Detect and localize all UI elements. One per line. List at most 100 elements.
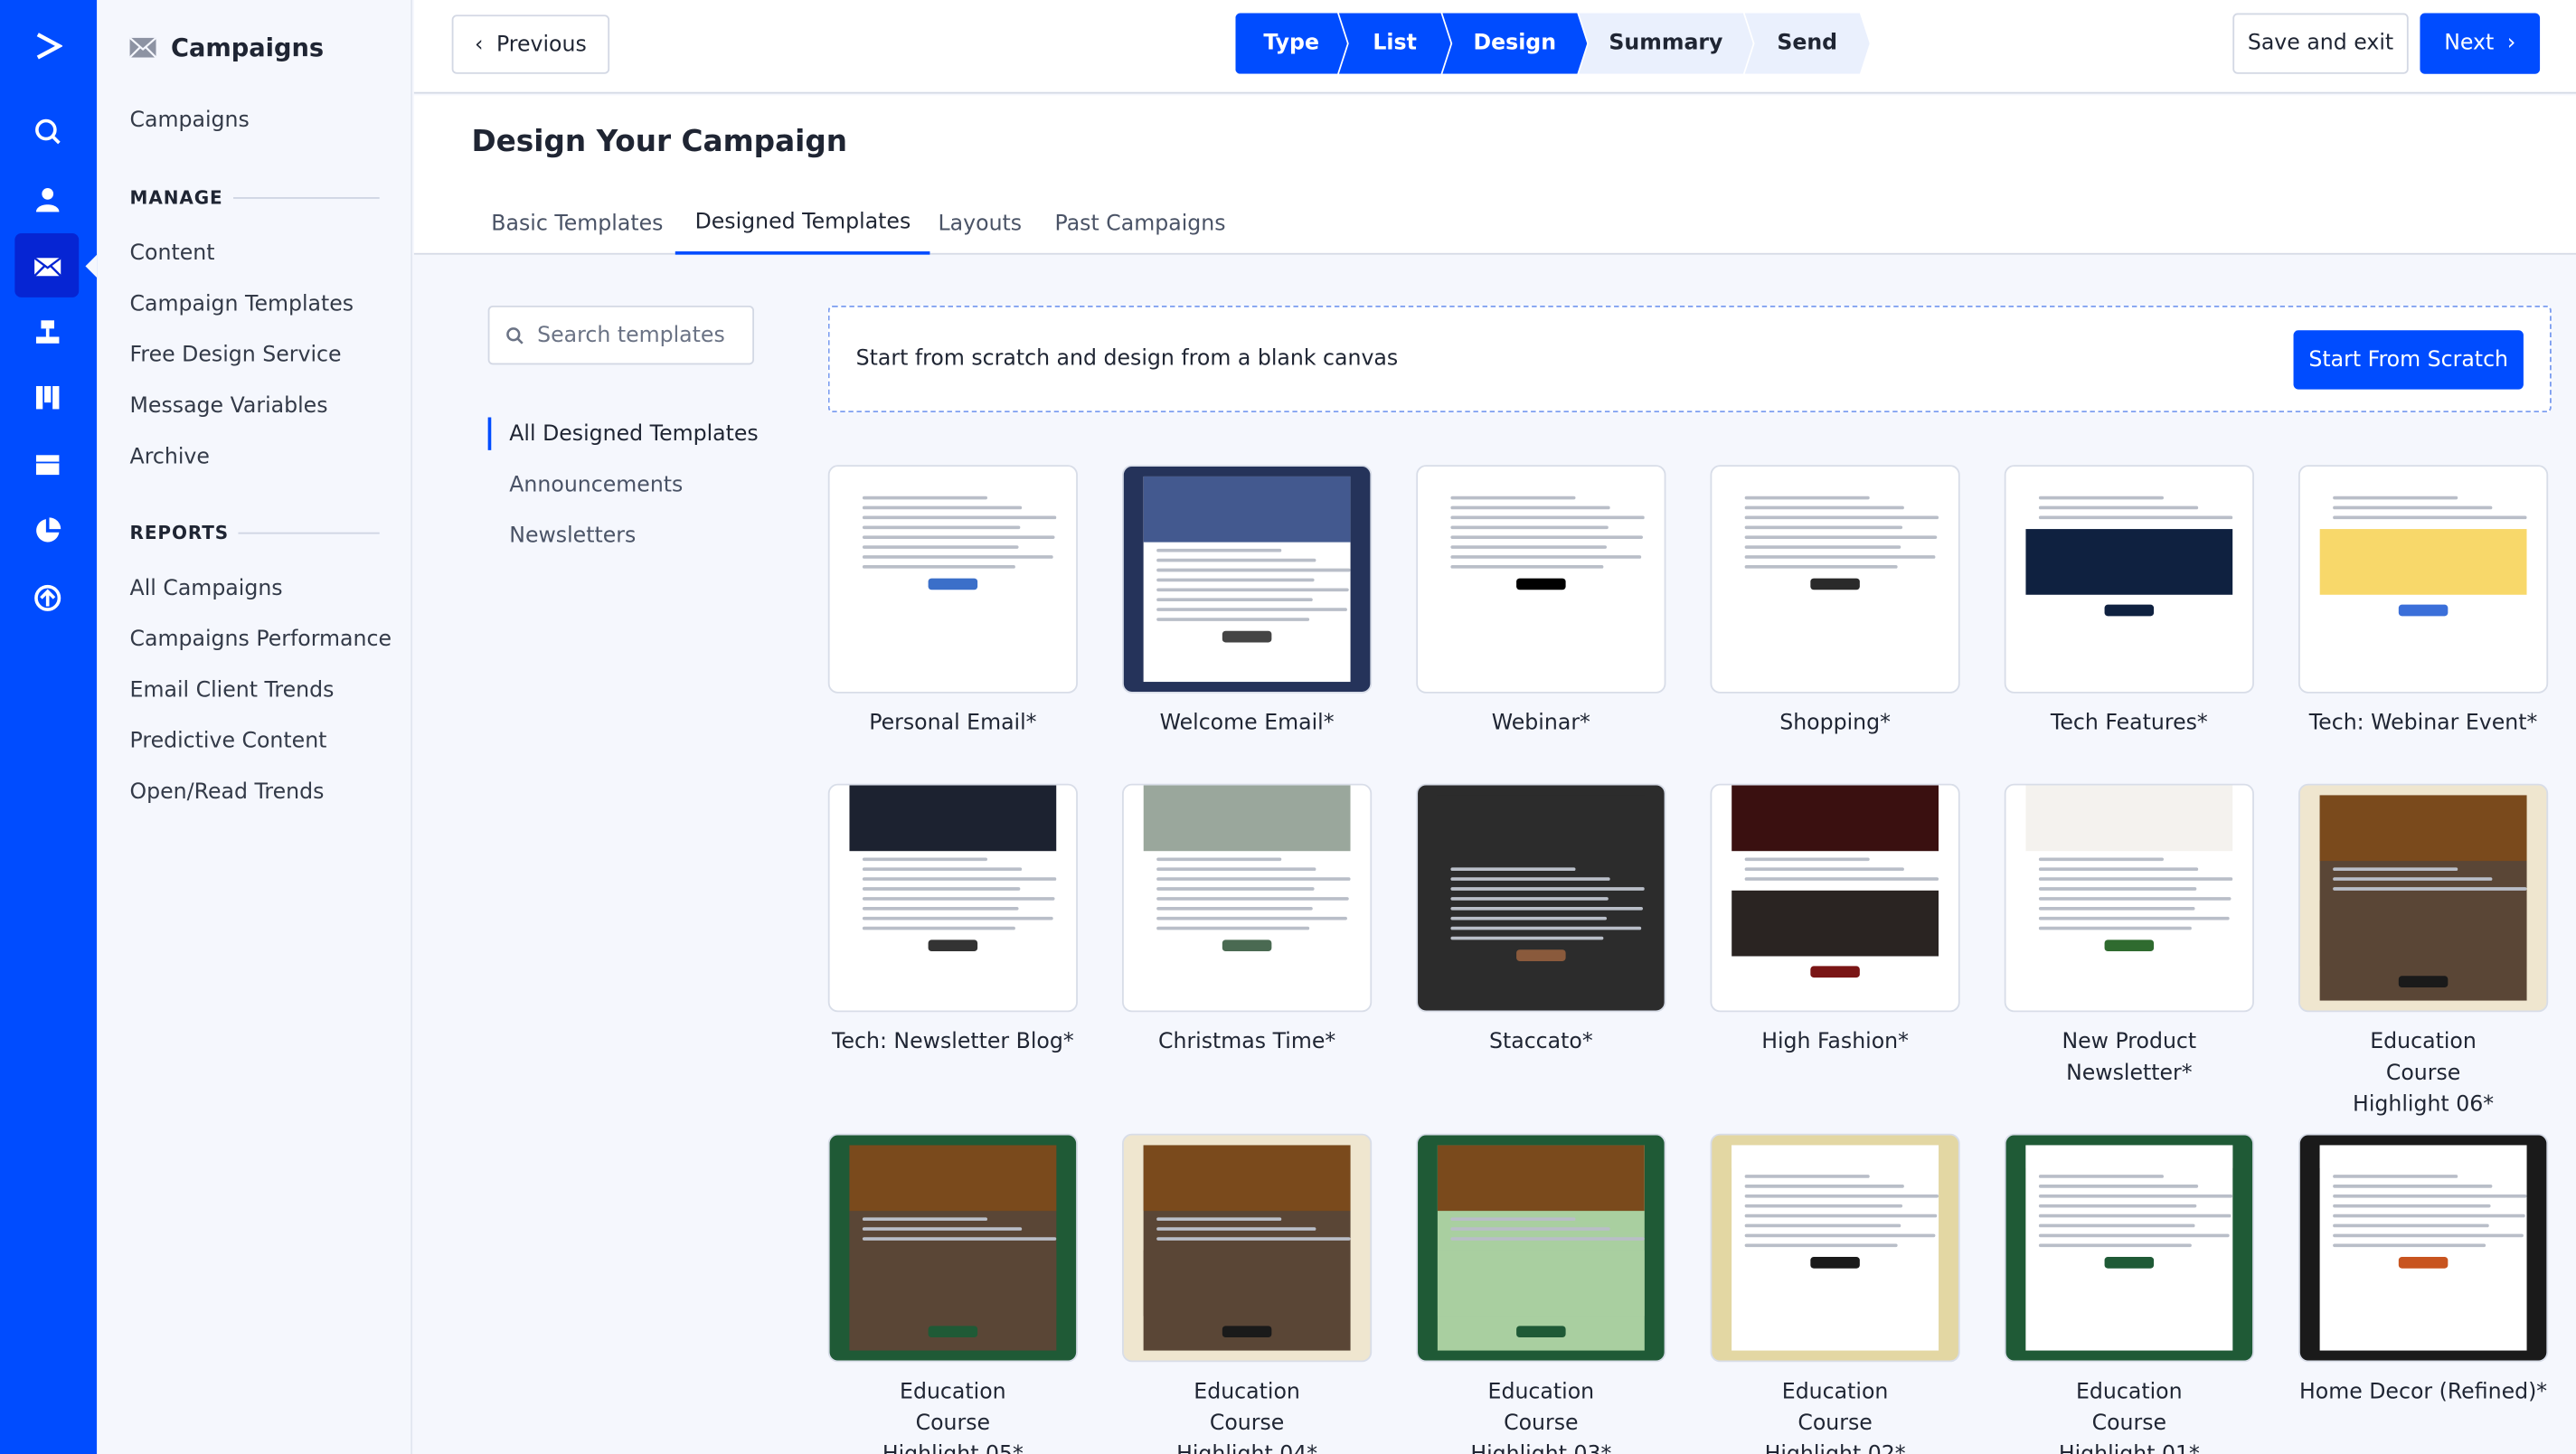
tab-layouts[interactable]: Layouts xyxy=(919,194,1042,254)
template-thumbnail[interactable] xyxy=(1122,1133,1373,1363)
automations-nav[interactable] xyxy=(14,299,79,364)
template-card[interactable]: New Product Newsletter* xyxy=(2004,783,2254,1090)
text-line xyxy=(1156,1227,1316,1231)
template-thumbnail[interactable] xyxy=(827,1133,1078,1363)
template-thumbnail[interactable] xyxy=(2004,783,2254,1013)
save-and-exit-button[interactable]: Save and exit xyxy=(2232,13,2409,74)
template-card[interactable]: Education Course Highlight 02* xyxy=(1710,1133,1960,1454)
sidebar-item-campaigns[interactable]: Campaigns xyxy=(130,109,250,133)
text-line xyxy=(1156,897,1350,901)
deals-nav[interactable] xyxy=(14,364,79,429)
thumbnail-content xyxy=(1437,467,1645,692)
step-type[interactable]: Type xyxy=(1235,14,1347,74)
text-line xyxy=(1450,887,1645,891)
step-summary[interactable]: Summary xyxy=(1579,14,1753,74)
sidebar-item-content[interactable]: Content xyxy=(130,241,215,266)
text-line xyxy=(2038,906,2194,911)
text-line xyxy=(862,565,1016,569)
template-card[interactable]: Education Course Highlight 04* xyxy=(1122,1133,1373,1454)
text-line xyxy=(1744,1213,1938,1218)
thumbnail-button xyxy=(1516,949,1566,961)
sidebar-item-archive[interactable]: Archive xyxy=(130,445,210,469)
text-line xyxy=(2038,515,2233,520)
category-newsletters[interactable]: Newsletters xyxy=(488,519,636,552)
template-thumbnail[interactable] xyxy=(2004,1133,2254,1363)
template-card[interactable]: Home Decor (Refined)* xyxy=(2298,1133,2549,1408)
thumbnail-content xyxy=(1731,467,1939,692)
thumbnail-body-block xyxy=(849,1250,1057,1317)
template-thumbnail[interactable] xyxy=(1122,465,1373,694)
logo-nav xyxy=(14,14,79,78)
chevron-right-icon: › xyxy=(2506,31,2516,56)
step-list[interactable]: List xyxy=(1339,14,1451,74)
template-card[interactable]: Tech: Webinar Event* xyxy=(2298,465,2549,739)
start-from-scratch-button[interactable]: Start From Scratch xyxy=(2293,330,2524,390)
category-announcements[interactable]: Announcements xyxy=(488,468,683,501)
template-thumbnail[interactable] xyxy=(827,465,1078,694)
template-thumbnail[interactable] xyxy=(2004,465,2254,694)
tab-basic-templates[interactable]: Basic Templates xyxy=(471,194,683,254)
thumbnail-header-image xyxy=(1143,1145,1351,1212)
template-thumbnail[interactable] xyxy=(1416,783,1666,1013)
template-thumbnail[interactable] xyxy=(1416,1133,1666,1363)
sidebar-item-all-campaigns[interactable]: All Campaigns xyxy=(130,577,283,601)
text-line xyxy=(862,496,987,500)
text-line xyxy=(2333,1185,2493,1188)
tab-past-campaigns[interactable]: Past Campaigns xyxy=(1035,194,1246,254)
sidebar-item-email-client-trends[interactable]: Email Client Trends xyxy=(130,678,335,703)
template-card[interactable]: Education Course Highlight 01* xyxy=(2004,1133,2254,1454)
text-line xyxy=(862,916,1053,921)
template-card[interactable]: Welcome Email* xyxy=(1122,465,1373,739)
template-thumbnail[interactable] xyxy=(2298,783,2549,1013)
thumbnail-button xyxy=(2104,604,2155,617)
template-card[interactable]: High Fashion* xyxy=(1710,783,1960,1058)
template-thumbnail[interactable] xyxy=(2298,1133,2549,1363)
upgrade-nav[interactable] xyxy=(14,565,79,629)
website-nav[interactable] xyxy=(14,432,79,496)
sidebar-item-free-design-service[interactable]: Free Design Service xyxy=(130,344,342,368)
template-card[interactable]: Webinar* xyxy=(1416,465,1666,739)
thumbnail-content xyxy=(849,785,1057,1011)
sidebar-item-message-variables[interactable]: Message Variables xyxy=(130,394,328,419)
template-thumbnail[interactable] xyxy=(1122,783,1373,1013)
search-nav[interactable] xyxy=(14,99,79,163)
template-card[interactable]: Staccato* xyxy=(1416,783,1666,1058)
sidebar-item-campaigns-performance[interactable]: Campaigns Performance xyxy=(130,628,392,652)
category-all-designed-templates[interactable]: All Designed Templates xyxy=(487,417,759,450)
sidebar-item-open-read-trends[interactable]: Open/Read Trends xyxy=(130,780,325,805)
thumbnail-header-image xyxy=(2025,1145,2233,1168)
template-card[interactable]: Education Course Highlight 05* xyxy=(827,1133,1078,1454)
template-card[interactable]: Shopping* xyxy=(1710,465,1960,739)
template-thumbnail[interactable] xyxy=(2298,465,2549,694)
template-card[interactable]: Education Course Highlight 03* xyxy=(1416,1133,1666,1454)
sidebar-item-campaign-templates[interactable]: Campaign Templates xyxy=(130,292,354,316)
text-line xyxy=(1744,1175,1870,1178)
template-card[interactable]: Tech Features* xyxy=(2004,465,2254,739)
campaigns-nav[interactable] xyxy=(14,233,80,297)
template-thumbnail[interactable] xyxy=(827,783,1078,1013)
next-button[interactable]: Next › xyxy=(2420,13,2541,74)
template-card[interactable]: Christmas Time* xyxy=(1122,783,1373,1058)
step-send[interactable]: Send xyxy=(1745,14,1870,74)
tab-designed-templates[interactable]: Designed Templates xyxy=(675,194,931,255)
step-design[interactable]: Design xyxy=(1442,14,1587,74)
text-line xyxy=(1744,1204,1902,1208)
template-thumbnail[interactable] xyxy=(1710,465,1960,694)
template-card[interactable]: Education Course Highlight 06* xyxy=(2298,783,2549,1120)
manage-section-label: MANAGE xyxy=(130,187,380,209)
template-card[interactable]: Tech: Newsletter Blog* xyxy=(827,783,1078,1058)
contacts-nav[interactable] xyxy=(14,166,79,231)
text-line xyxy=(862,1237,1057,1241)
reports-nav[interactable] xyxy=(14,498,79,562)
previous-button[interactable]: ‹ Previous xyxy=(451,14,610,74)
thumbnail-header-image xyxy=(2319,1145,2527,1168)
sidebar-item-predictive-content[interactable]: Predictive Content xyxy=(130,730,327,754)
search-templates-input[interactable]: Search templates xyxy=(487,305,755,365)
template-thumbnail[interactable] xyxy=(1416,465,1666,694)
thumbnail-body-block xyxy=(1437,1250,1645,1317)
template-card[interactable]: Personal Email* xyxy=(827,465,1078,739)
template-thumbnail[interactable] xyxy=(1710,783,1960,1013)
template-thumbnail[interactable] xyxy=(1710,1133,1960,1363)
text-line xyxy=(1450,926,1642,930)
text-line xyxy=(2038,867,2199,872)
